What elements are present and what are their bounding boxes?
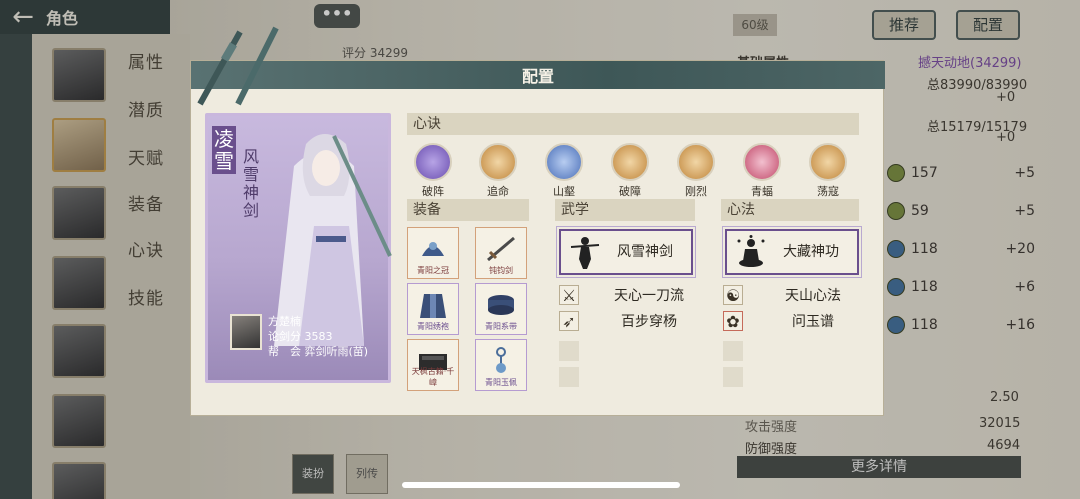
equipment-header: 装备	[407, 199, 529, 221]
equip-slot-hat[interactable]: 青阳之冠	[407, 227, 459, 279]
xinjue-icon	[677, 143, 715, 181]
xinjue-icon	[414, 143, 452, 181]
xinjue-icon	[809, 143, 847, 181]
xinjue-item-1[interactable]: 破阵	[413, 143, 453, 199]
xinjue-label: 山壑	[553, 185, 575, 198]
crossed-swords-decoration	[197, 26, 279, 106]
xinfa-sub-name: 问玉谱	[792, 314, 834, 330]
wuxue-empty-slot[interactable]	[559, 341, 579, 361]
sword-icon	[487, 236, 515, 262]
player-portrait	[230, 314, 262, 350]
player-name: 方楚楠	[268, 315, 301, 328]
equip-caption: 钝钧剑	[489, 266, 513, 275]
xinjue-item-4[interactable]: 破障	[610, 143, 650, 199]
xinjue-item-6[interactable]: 青蝠	[742, 143, 782, 199]
character-title: 风雪神剑	[242, 147, 259, 220]
equip-caption: 青阳系带	[485, 322, 517, 331]
character-name: 凌雪	[212, 126, 236, 174]
wuxue-sub-1[interactable]: ⚔ 天心一刀流	[559, 285, 699, 305]
xinjue-item-3[interactable]: 山壑	[544, 143, 584, 199]
equip-caption: 青阳绣袍	[417, 322, 449, 331]
xinfa-empty-slot[interactable]	[723, 341, 743, 361]
xinjue-label: 荡寇	[817, 185, 839, 198]
swordsman-icon	[570, 237, 600, 269]
wuxue-main-name: 风雪神剑	[617, 244, 673, 260]
equip-slot-sword[interactable]: 钝钧剑	[475, 227, 527, 279]
hat-icon	[422, 242, 444, 256]
pendant-icon	[496, 347, 506, 373]
player-score: 论剑分 3583	[268, 330, 333, 343]
equip-caption: 青阳玉佩	[485, 378, 517, 387]
wuxue-sub-icon: ⚔	[559, 285, 579, 305]
xinjue-item-7[interactable]: 荡寇	[808, 143, 848, 199]
xinfa-main-name: 大藏神功	[783, 244, 839, 260]
xinfa-sub-icon: ☯	[723, 285, 743, 305]
xinjue-label: 青蝠	[751, 185, 773, 198]
xinjue-icon	[545, 143, 583, 181]
xinfa-header: 心法	[721, 199, 859, 221]
meditation-icon	[737, 235, 765, 267]
xinjue-icon	[479, 143, 517, 181]
character-card: 凌雪 风雪神剑 方楚楠 论剑分 3583 帮 会 弈剑听雨(苗)	[205, 113, 392, 383]
xinjue-label: 破阵	[422, 185, 444, 198]
equip-slot-belt[interactable]: 青阳系带	[475, 283, 527, 335]
xinjue-label: 刚烈	[685, 185, 707, 198]
player-info: 方楚楠 论剑分 3583 帮 会 弈剑听雨(苗)	[268, 314, 368, 359]
wuxue-main-slot[interactable]: 风雪神剑	[556, 226, 696, 278]
xinjue-icon	[743, 143, 781, 181]
equip-slot-robe[interactable]: 青阳绣袍	[407, 283, 459, 335]
config-modal: 配置 凌雪 风雪神剑 方楚楠 论剑分 3583 帮 会 弈剑听雨(苗) 心诀 破…	[190, 60, 885, 416]
wuxue-sub-name: 百步穿杨	[621, 314, 677, 330]
xinfa-main-slot[interactable]: 大藏神功	[722, 226, 862, 278]
home-indicator[interactable]	[402, 482, 680, 488]
wuxue-sub-2[interactable]: ➶ 百步穿杨	[559, 311, 699, 331]
xinfa-sub-name: 天山心法	[785, 288, 841, 304]
robe-icon	[420, 294, 446, 318]
xinjue-icon	[611, 143, 649, 181]
xinfa-empty-slot[interactable]	[723, 367, 743, 387]
xinfa-sub-2[interactable]: ✿ 问玉谱	[723, 311, 863, 331]
belt-icon	[488, 295, 514, 315]
equip-caption: 青阳之冠	[417, 266, 449, 275]
xinjue-label: 破障	[619, 185, 641, 198]
wuxue-sub-icon: ➶	[559, 311, 579, 331]
wuxue-empty-slot[interactable]	[559, 367, 579, 387]
equip-caption: 天枫古籍·千嶂	[411, 367, 455, 387]
xinjue-item-2[interactable]: 追命	[478, 143, 518, 199]
wuxue-header: 武学	[555, 199, 695, 221]
xinjue-label: 追命	[487, 185, 509, 198]
xinfa-sub-icon: ✿	[723, 311, 743, 331]
equip-slot-book[interactable]: 天枫古籍·千嶂	[407, 339, 459, 391]
xinjue-header: 心诀	[407, 113, 859, 135]
xinjue-item-5[interactable]: 刚烈	[676, 143, 716, 199]
equip-slot-pendant[interactable]: 青阳玉佩	[475, 339, 527, 391]
wuxue-sub-name: 天心一刀流	[614, 288, 684, 304]
player-guild: 帮 会 弈剑听雨(苗)	[268, 345, 369, 358]
xinfa-sub-1[interactable]: ☯ 天山心法	[723, 285, 863, 305]
character-illustration	[274, 134, 392, 346]
modal-title: 配置	[521, 67, 554, 86]
